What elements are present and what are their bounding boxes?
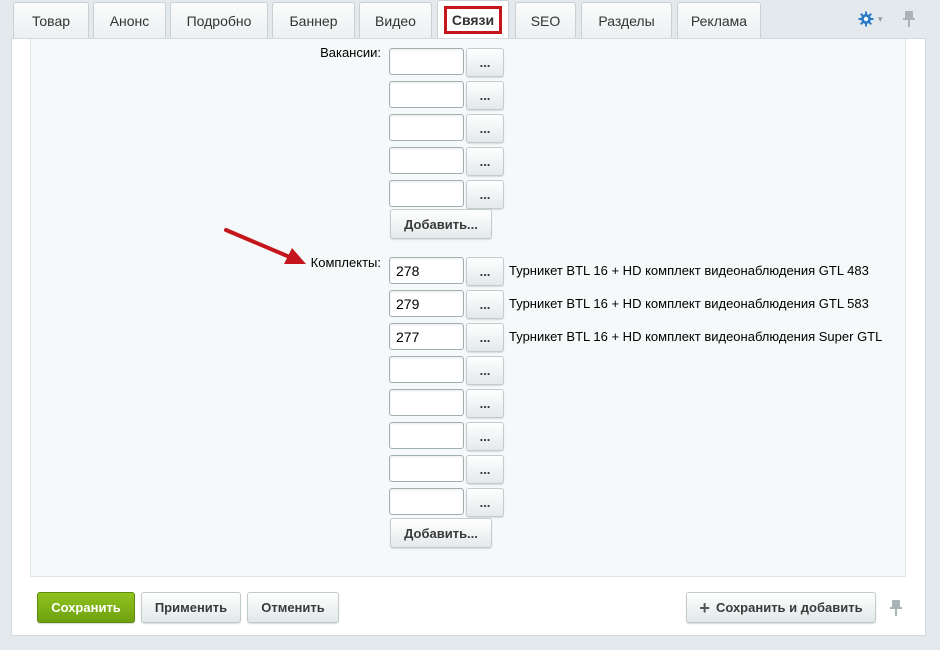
vacancy-select-button[interactable]: ...	[466, 114, 504, 143]
vacancies-label: Вакансии:	[320, 45, 381, 60]
vacancy-select-button[interactable]: ...	[466, 81, 504, 110]
tab-seo[interactable]: SEO	[515, 2, 576, 38]
kit-select-button[interactable]: ...	[466, 290, 504, 319]
kit-id-input[interactable]	[389, 389, 464, 416]
tab-label: Баннер	[289, 12, 338, 29]
kit-id-input[interactable]	[389, 455, 464, 482]
tab-label: Разделы	[598, 12, 655, 29]
kit-name: Турникет BTL 16 + HD комплект видеонаблю…	[509, 263, 869, 278]
form-panel: Вакансии: ... ... ... ... ... Добавить..…	[11, 38, 926, 636]
chevron-down-icon: ▾	[878, 13, 883, 24]
kit-select-button[interactable]: ...	[466, 389, 504, 418]
vacancy-id-input[interactable]	[389, 81, 464, 108]
vacancies-add-button[interactable]: Добавить...	[390, 209, 492, 239]
kit-id-input[interactable]	[389, 257, 464, 284]
tab-label: Видео	[375, 12, 416, 29]
kit-id-input[interactable]	[389, 290, 464, 317]
tab-bar: Товар Анонс Подробно Баннер Видео Связи …	[0, 0, 940, 38]
kits-add-button[interactable]: Добавить...	[390, 518, 492, 548]
kit-id-input[interactable]	[389, 323, 464, 350]
kit-id-input[interactable]	[389, 356, 464, 383]
tab-label: Анонс	[109, 12, 150, 29]
kit-id-input[interactable]	[389, 422, 464, 449]
settings-gear-icon[interactable]: ▾	[858, 10, 886, 28]
kit-select-button[interactable]: ...	[466, 455, 504, 484]
tab-video[interactable]: Видео	[359, 2, 432, 38]
tab-banner[interactable]: Баннер	[272, 2, 355, 38]
kit-select-button[interactable]: ...	[466, 323, 504, 352]
tab-label: Реклама	[690, 12, 748, 29]
tab-label: Связи	[443, 5, 503, 34]
tab-details[interactable]: Подробно	[170, 2, 268, 38]
tab-announce[interactable]: Анонс	[93, 2, 166, 38]
save-and-add-button[interactable]: + Сохранить и добавить	[686, 592, 876, 623]
kit-name: Турникет BTL 16 + HD комплект видеонаблю…	[509, 296, 869, 311]
save-and-add-label: Сохранить и добавить	[715, 600, 863, 615]
tab-label: Товар	[31, 12, 71, 29]
vacancy-id-input[interactable]	[389, 147, 464, 174]
vacancy-select-button[interactable]: ...	[466, 180, 504, 209]
vacancy-id-input[interactable]	[389, 48, 464, 75]
pin-icon[interactable]	[890, 600, 902, 616]
tab-links[interactable]: Связи	[437, 0, 509, 38]
save-button[interactable]: Сохранить	[37, 592, 135, 623]
vacancy-select-button[interactable]: ...	[466, 147, 504, 176]
kit-select-button[interactable]: ...	[466, 257, 504, 286]
vacancy-select-button[interactable]: ...	[466, 48, 504, 77]
vacancy-id-input[interactable]	[389, 180, 464, 207]
pin-icon[interactable]	[903, 11, 915, 27]
links-tab-content: Вакансии: ... ... ... ... ... Добавить..…	[30, 39, 906, 577]
plus-icon: +	[699, 597, 710, 618]
kit-name: Турникет BTL 16 + HD комплект видеонаблю…	[509, 329, 883, 344]
apply-button[interactable]: Применить	[141, 592, 241, 623]
kit-select-button[interactable]: ...	[466, 488, 504, 517]
cancel-button[interactable]: Отменить	[247, 592, 339, 623]
tab-label: Подробно	[186, 12, 252, 29]
red-arrow-icon	[224, 228, 306, 264]
kit-select-button[interactable]: ...	[466, 422, 504, 451]
gear-icon	[858, 11, 874, 27]
tab-ads[interactable]: Реклама	[677, 2, 761, 38]
tab-product[interactable]: Товар	[13, 2, 89, 38]
kit-id-input[interactable]	[389, 488, 464, 515]
kit-select-button[interactable]: ...	[466, 356, 504, 385]
tab-label: SEO	[530, 12, 561, 29]
tab-sections[interactable]: Разделы	[581, 2, 672, 38]
vacancy-id-input[interactable]	[389, 114, 464, 141]
